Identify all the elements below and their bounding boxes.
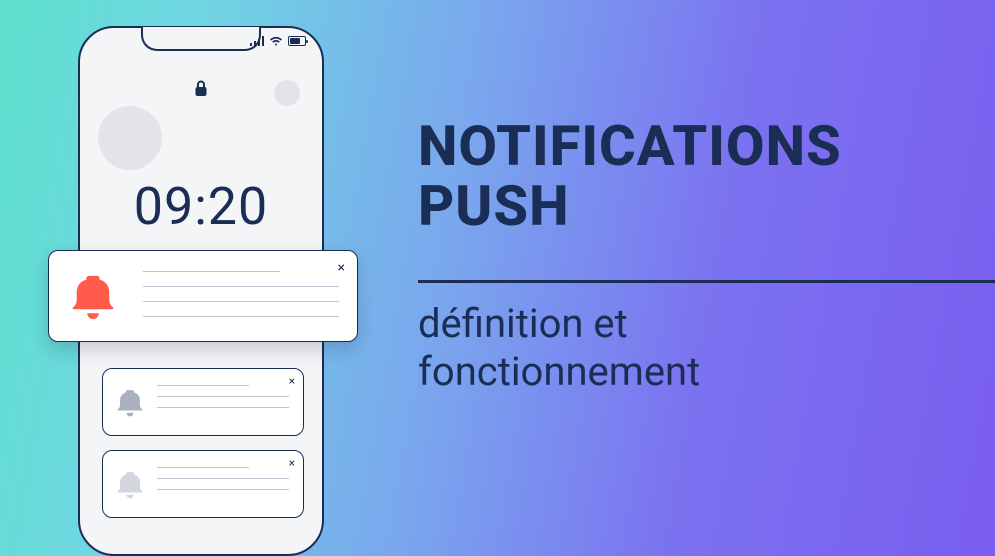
subheadline: définition et fonctionnement	[418, 300, 700, 396]
notification-card-tertiary: ×	[102, 450, 304, 518]
lock-screen-clock: 09:20	[80, 176, 322, 237]
headline: NOTIFICATIONS PUSH	[418, 116, 985, 237]
decorative-circle-small	[274, 80, 300, 106]
notification-card-secondary: ×	[102, 368, 304, 436]
placeholder-line	[157, 478, 289, 479]
close-icon: ×	[289, 375, 295, 387]
close-icon: ×	[289, 457, 295, 469]
subhead-line-2: fonctionnement	[418, 348, 700, 395]
placeholder-line	[143, 286, 339, 287]
placeholder-line	[157, 385, 249, 386]
bell-icon	[69, 269, 117, 325]
battery-icon	[288, 36, 306, 46]
divider-line	[418, 280, 995, 283]
notification-card-primary: ×	[48, 250, 358, 342]
phone-illustration: 09:20 × ×	[78, 26, 324, 556]
headline-line-1: NOTIFICATIONS	[418, 113, 842, 179]
bell-icon	[115, 467, 145, 503]
placeholder-line	[143, 301, 339, 302]
notification-placeholder-text	[157, 385, 289, 408]
placeholder-line	[157, 396, 289, 397]
bell-icon	[115, 385, 145, 421]
headline-line-2: PUSH	[418, 173, 570, 239]
signal-icon	[250, 36, 264, 46]
notification-placeholder-text	[143, 271, 339, 317]
subhead-line-1: définition et	[418, 300, 628, 347]
status-bar	[250, 36, 306, 46]
phone-notch	[141, 27, 261, 51]
placeholder-line	[143, 271, 280, 272]
placeholder-line	[143, 316, 339, 317]
lock-icon	[194, 80, 208, 101]
wifi-icon	[269, 36, 283, 46]
notification-placeholder-text	[157, 467, 289, 490]
decorative-circle-large	[98, 106, 162, 170]
placeholder-line	[157, 489, 289, 490]
placeholder-line	[157, 407, 289, 408]
placeholder-line	[157, 467, 249, 468]
